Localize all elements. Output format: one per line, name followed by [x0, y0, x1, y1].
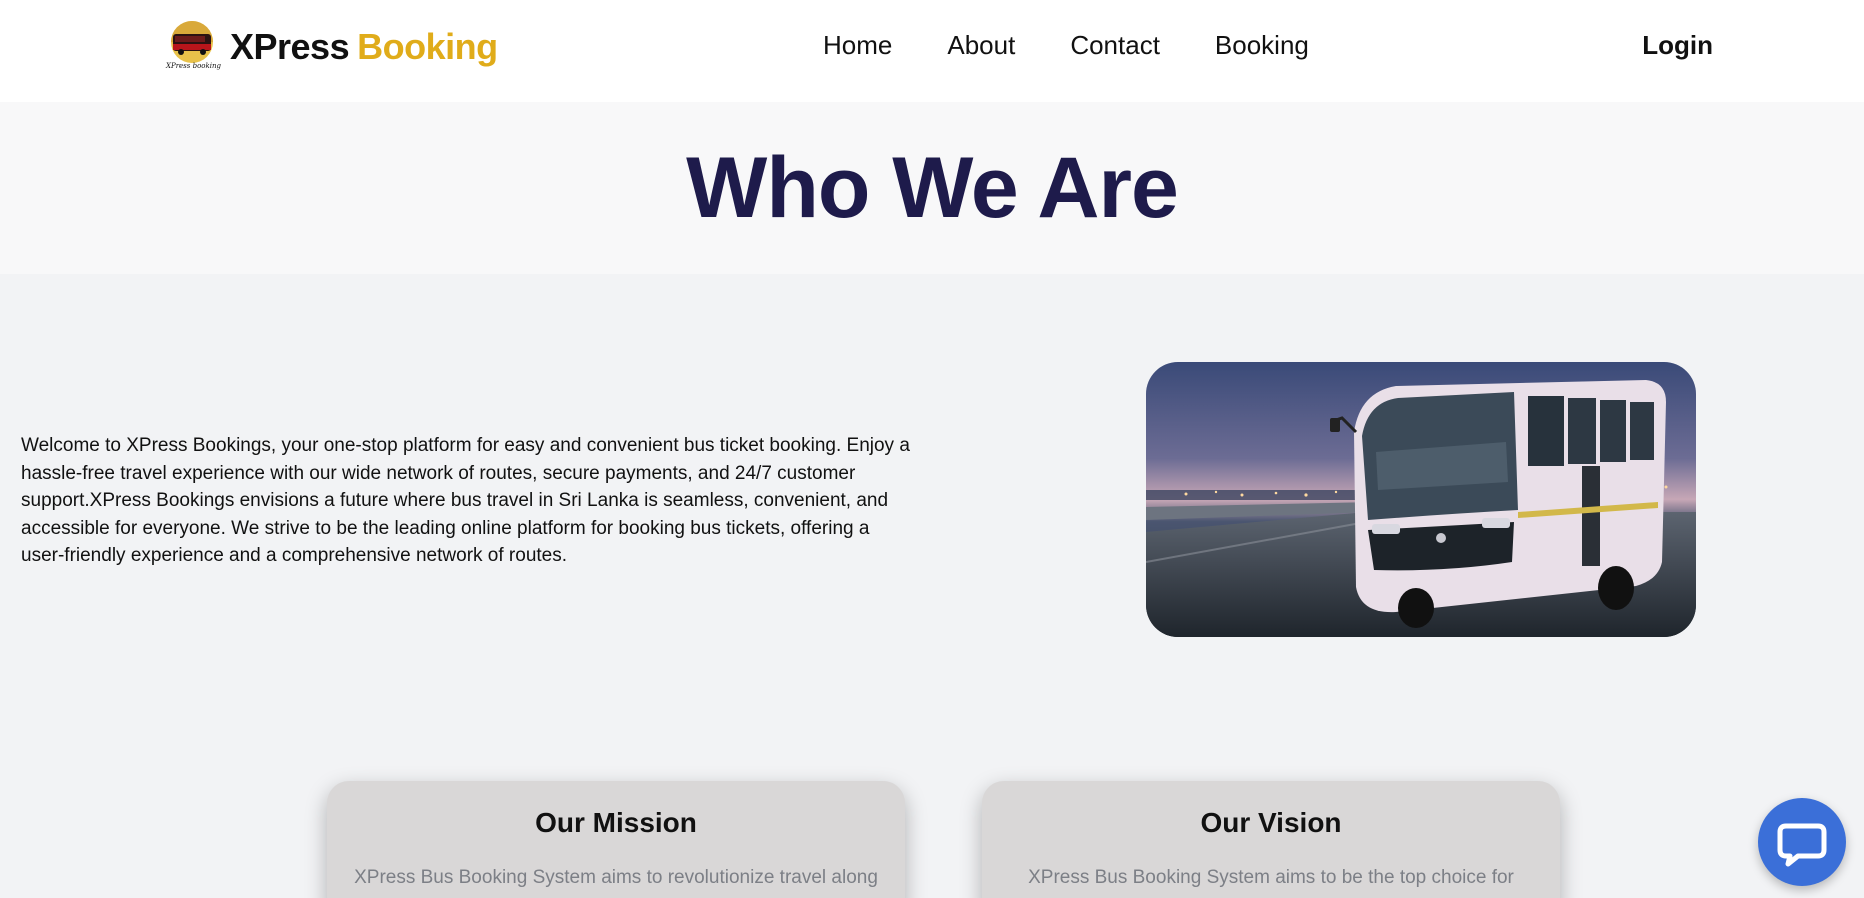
mission-title: Our Mission	[535, 807, 697, 838]
mission-card: Our Mission XPress Bus Booking System ai…	[327, 781, 905, 898]
bus-photo	[1146, 362, 1696, 637]
nav-booking[interactable]: Booking	[1215, 30, 1309, 61]
badge-caption: XPress booking	[166, 62, 221, 70]
vision-card: Our Vision XPress Bus Booking System aim…	[982, 781, 1560, 898]
vision-text: XPress Bus Booking System aims to be the…	[1028, 867, 1514, 888]
mission-text: XPress Bus Booking System aims to revolu…	[354, 867, 878, 888]
brand-name-booking: Booking	[357, 26, 498, 67]
main-nav: Home About Contact Booking	[823, 30, 1309, 61]
page-title: Who We Are	[686, 140, 1179, 236]
site-header: XPress booking XPress Booking Home About …	[0, 0, 1864, 102]
chat-bubble-icon	[1777, 823, 1827, 867]
bus-logo-icon: XPress booking	[166, 20, 221, 74]
nav-about[interactable]: About	[947, 30, 1015, 61]
chat-button[interactable]	[1758, 798, 1846, 886]
hero-banner: Who We Are	[0, 102, 1864, 274]
nav-contact[interactable]: Contact	[1070, 30, 1160, 61]
login-button[interactable]: Login	[1642, 30, 1713, 61]
brand-name: XPress Booking	[230, 26, 498, 68]
intro-paragraph: Welcome to XPress Bookings, your one-sto…	[21, 435, 910, 566]
vision-title: Our Vision	[1200, 807, 1342, 838]
nav-home[interactable]: Home	[823, 30, 892, 61]
brand-logo[interactable]: XPress booking XPress Booking	[166, 20, 498, 74]
brand-name-xpress: XPress	[230, 26, 350, 67]
